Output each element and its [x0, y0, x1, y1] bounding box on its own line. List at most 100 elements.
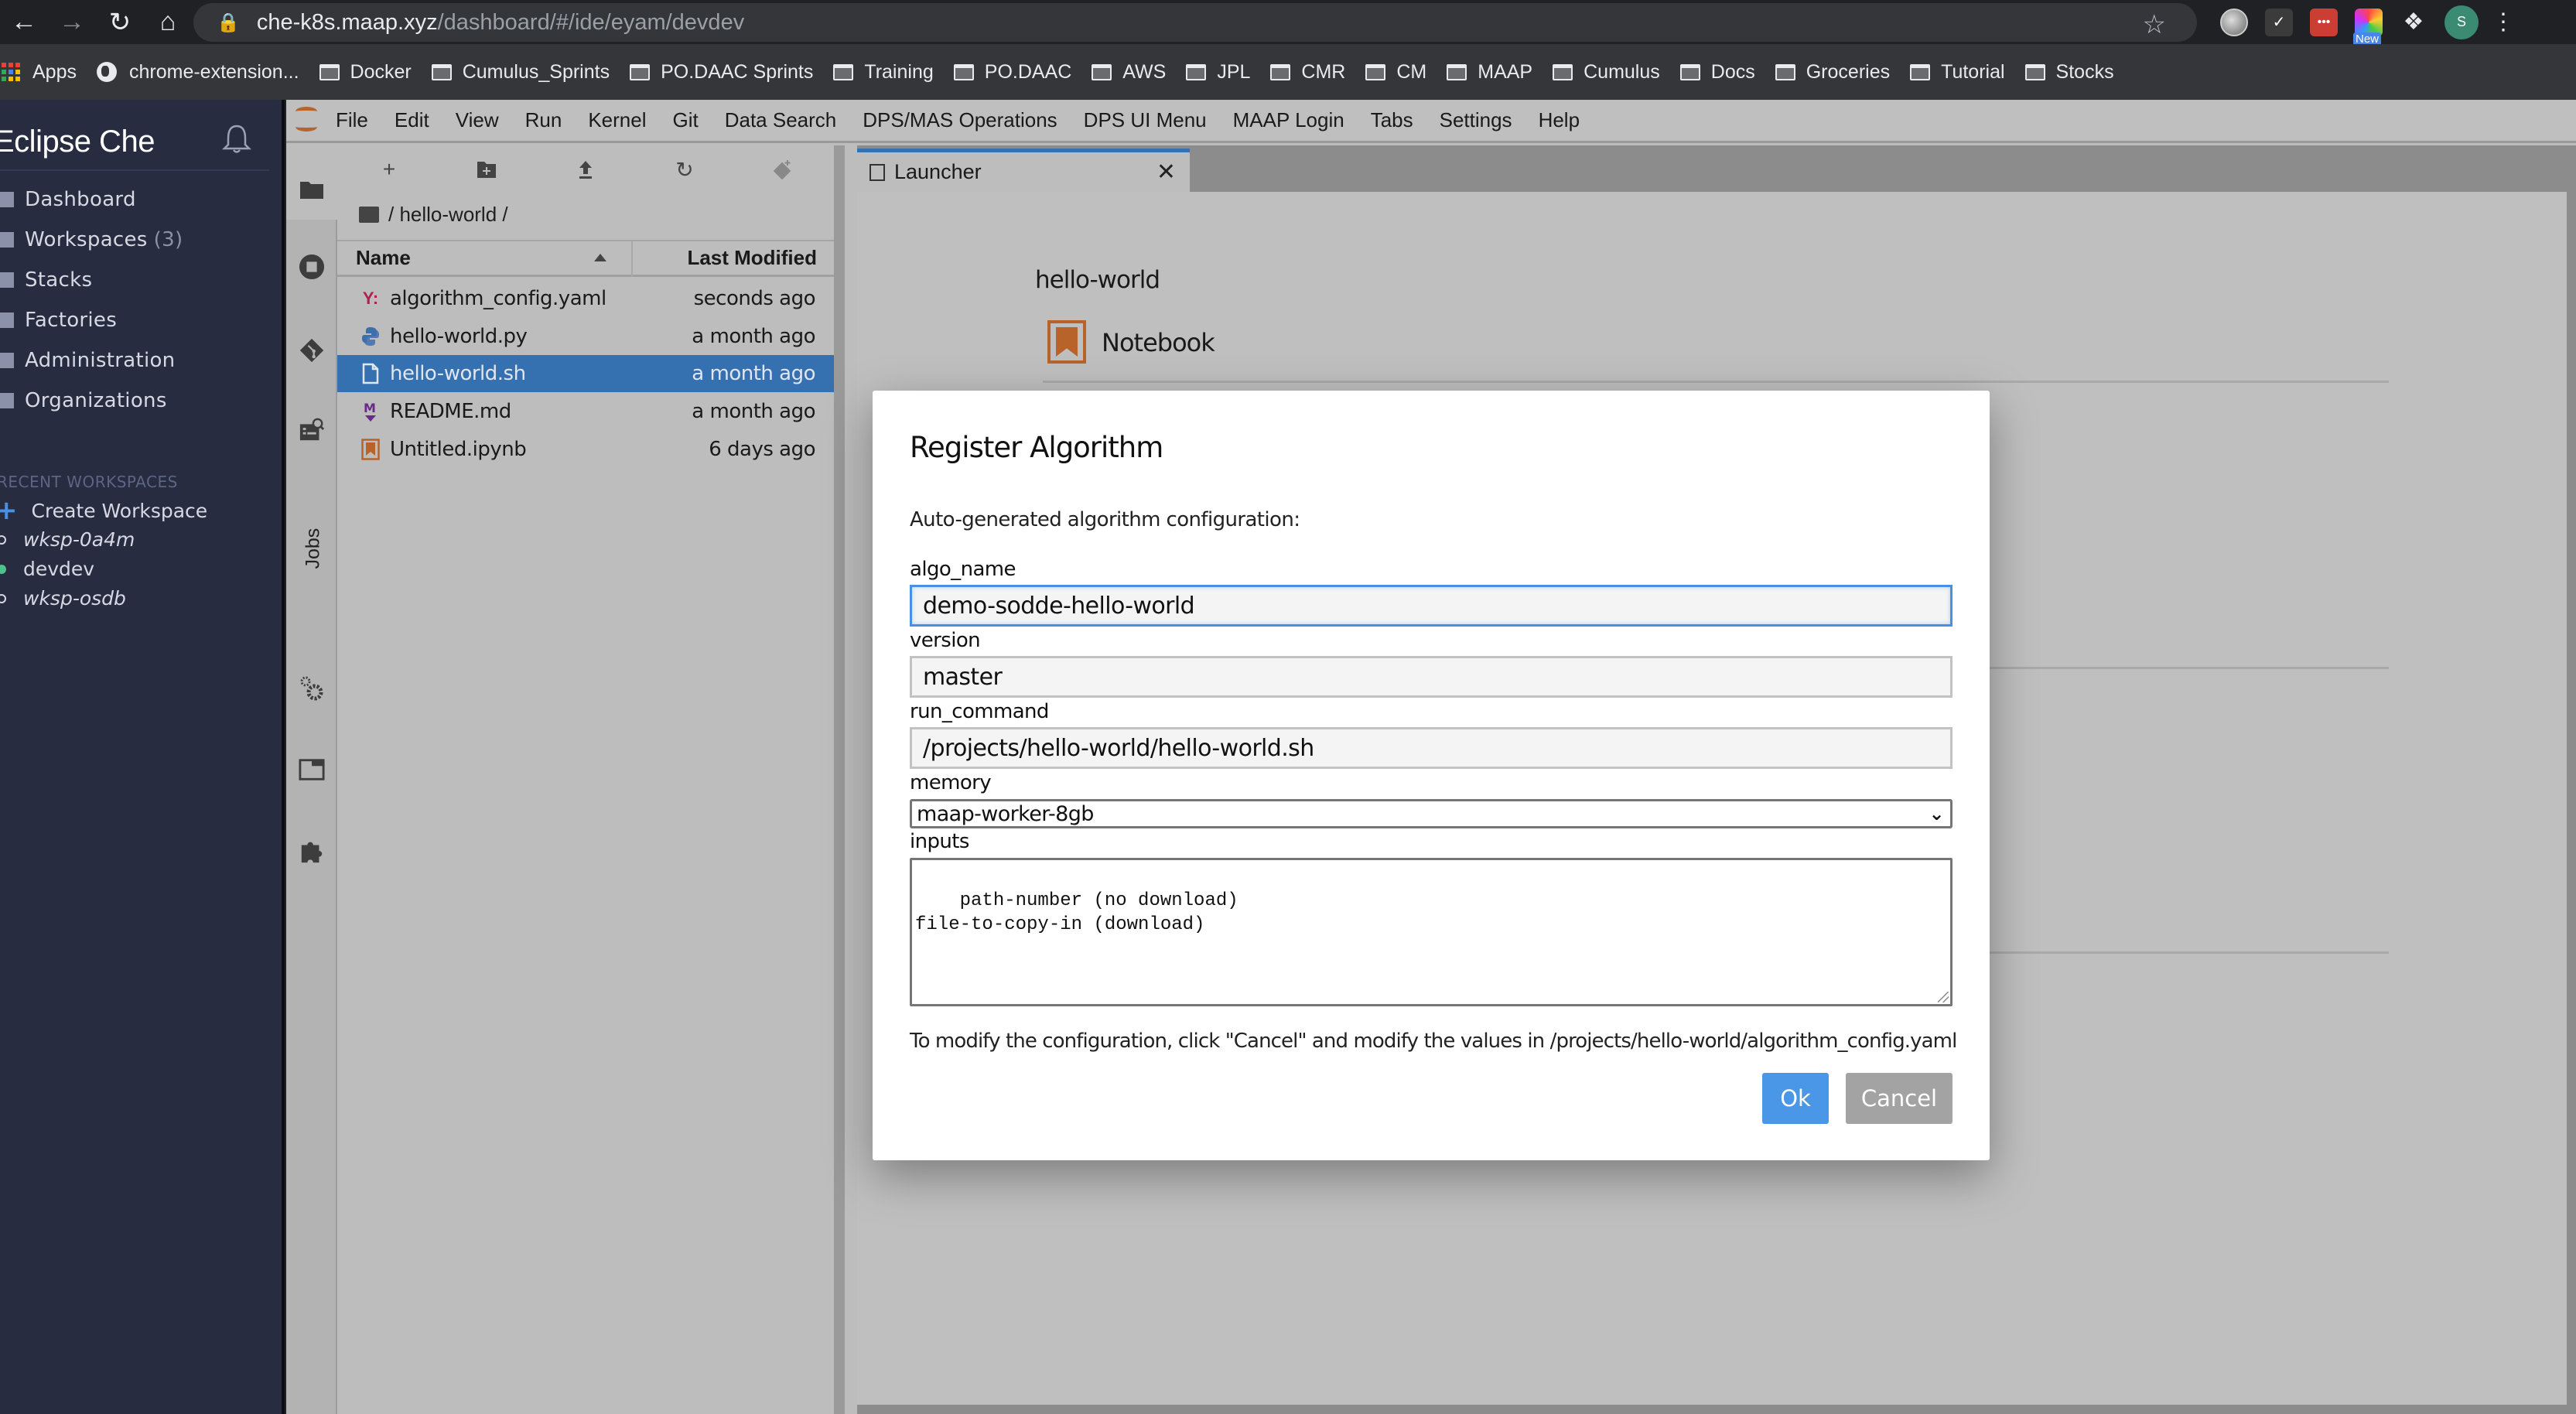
file-row[interactable]: hello-world.py a month ago [337, 318, 834, 355]
data-search-icon[interactable] [299, 416, 325, 442]
run-command-input[interactable]: /projects/hello-world/hello-world.sh [910, 727, 1952, 769]
bookmark-label: MAAP [1478, 60, 1533, 83]
bookmark-tutorial[interactable]: Tutorial [1910, 61, 2005, 84]
browser-menu-kebab-icon[interactable]: ⋮ [2492, 9, 2515, 36]
algo-name-input[interactable]: demo-sodde-hello-world [910, 585, 1952, 627]
menu-settings[interactable]: Settings [1440, 108, 1512, 132]
bookmark-docker[interactable]: Docker [319, 61, 412, 84]
bookmark-cumulus[interactable]: Cumulus [1553, 61, 1660, 84]
sidebar-divider [0, 169, 269, 171]
new-launcher-plus-icon[interactable]: + [378, 157, 401, 181]
bookmark-po-daac-sprints[interactable]: PO.DAAC Sprints [630, 61, 813, 84]
tab-launcher[interactable]: Launcher ✕ [857, 149, 1190, 192]
profile-avatar[interactable]: S [2444, 5, 2479, 39]
bookmark-training[interactable]: Training [833, 61, 934, 84]
menu-maap-login[interactable]: MAAP Login [1233, 108, 1344, 132]
extensions-puzzle-icon[interactable]: ❖ [2400, 9, 2427, 36]
bookmark-docs[interactable]: Docs [1679, 61, 1755, 84]
back-arrow-icon[interactable]: ← [0, 0, 48, 44]
menu-bar: File Edit View Run Kernel Git Data Search DPS/M… [286, 100, 2576, 143]
gears-icon[interactable] [299, 675, 325, 702]
menu-tabs[interactable]: Tabs [1371, 108, 1413, 132]
che-nav-administration[interactable]: Administration [0, 349, 175, 372]
recent-workspace-item[interactable]: devdev [0, 558, 94, 580]
inputs-textarea[interactable]: path-number (no download) file-to-copy-i… [910, 858, 1952, 1006]
create-workspace-link[interactable]: + Create Workspace [0, 497, 207, 524]
bookmark-apps[interactable]: Apps [2, 61, 77, 84]
folder-icon[interactable] [299, 176, 325, 203]
menu-file[interactable]: File [336, 108, 368, 132]
menu-edit[interactable]: Edit [395, 108, 429, 132]
file-row[interactable]: Y: algorithm_config.yaml seconds ago [337, 280, 834, 317]
folder-icon [431, 63, 452, 80]
menu-dps-mas-operations[interactable]: DPS/MAS Operations [863, 108, 1057, 132]
new-badge: New [2353, 32, 2382, 46]
bookmark-aws[interactable]: AWS [1092, 61, 1166, 84]
ok-button[interactable]: Ok [1762, 1073, 1829, 1124]
che-nav-factories[interactable]: Factories [0, 309, 117, 332]
column-header-name[interactable]: Name [356, 246, 411, 270]
stacks-icon [0, 272, 14, 288]
breadcrumb-path[interactable]: / hello-world / [388, 203, 508, 227]
git-icon[interactable] [299, 337, 325, 364]
extension-circle-icon[interactable] [2220, 8, 2248, 36]
menu-git[interactable]: Git [672, 108, 698, 132]
file-row[interactable]: Untitled.ipynb 6 days ago [337, 431, 834, 468]
tabs-window-icon[interactable] [299, 757, 325, 783]
folder-icon [1910, 63, 1931, 80]
extension-puzzle-icon[interactable] [299, 838, 325, 864]
bookmark-jpl[interactable]: JPL [1186, 61, 1250, 84]
launcher-tab-icon [869, 163, 885, 181]
home-icon[interactable]: ⌂ [144, 0, 192, 44]
bookmark-po-daac[interactable]: PO.DAAC [953, 61, 1071, 84]
sort-ascending-icon[interactable] [594, 254, 606, 261]
che-logo-title[interactable]: Eclipse Che [0, 125, 155, 159]
file-row[interactable]: hello-world.sh a month ago [337, 355, 834, 393]
cancel-button[interactable]: Cancel [1846, 1073, 1952, 1124]
che-nav-dashboard[interactable]: Dashboard [0, 188, 136, 211]
new-folder-icon[interactable] [475, 158, 498, 181]
running-stop-icon[interactable] [299, 254, 325, 280]
che-nav-workspaces[interactable]: Workspaces (3) [0, 228, 183, 251]
menu-dps-ui-menu[interactable]: DPS UI Menu [1084, 108, 1207, 132]
breadcrumb[interactable]: / hello-world / [359, 203, 508, 227]
file-row[interactable]: M README.md a month ago [337, 393, 834, 430]
column-header-last-modified[interactable]: Last Modified [687, 246, 817, 270]
workspace-label: wksp-osdb [23, 587, 126, 610]
file-name: hello-world.sh [390, 362, 526, 386]
bookmark-star-icon[interactable]: ☆ [2143, 9, 2166, 40]
bookmark-stocks[interactable]: Stocks [2024, 61, 2114, 84]
che-nav-organizations[interactable]: Organizations [0, 389, 167, 412]
version-input[interactable]: master [910, 656, 1952, 698]
forward-arrow-icon[interactable]: → [48, 0, 96, 44]
menu-help[interactable]: Help [1539, 108, 1580, 132]
resize-grip-icon[interactable] [1938, 992, 1949, 1002]
extension-lastpass-icon[interactable]: ••• [2310, 8, 2338, 36]
che-nav-stacks[interactable]: Stacks [0, 268, 92, 292]
menu-run[interactable]: Run [525, 108, 562, 132]
close-tab-icon[interactable]: ✕ [1156, 159, 1176, 186]
bookmark-groceries[interactable]: Groceries [1775, 61, 1890, 84]
bookmark-cumulus-sprints[interactable]: Cumulus_Sprints [431, 61, 610, 84]
bookmark-cmr[interactable]: CMR [1270, 61, 1345, 84]
address-bar[interactable]: 🔒 che-k8s.maap.xyz/dashboard/#/ide/eyam/… [193, 3, 2197, 42]
sidebar-tab-jobs[interactable]: Jobs [302, 528, 325, 569]
recent-workspaces-heading: RECENT WORKSPACES [0, 473, 178, 491]
extension-rainbow-icon[interactable]: New [2353, 8, 2383, 46]
bell-icon[interactable] [221, 123, 252, 155]
upload-icon[interactable] [574, 158, 597, 181]
column-divider[interactable] [631, 241, 633, 277]
menu-view[interactable]: View [456, 108, 499, 132]
bookmark-chrome-extension[interactable]: chrome-extension... [96, 61, 299, 84]
menu-data-search[interactable]: Data Search [725, 108, 837, 132]
menu-kernel[interactable]: Kernel [588, 108, 646, 132]
reload-icon[interactable]: ↻ [96, 0, 144, 44]
recent-workspace-item[interactable]: wksp-0a4m [0, 528, 135, 551]
bookmark-cm[interactable]: CM [1365, 61, 1426, 84]
git-clone-icon[interactable] [770, 158, 794, 181]
refresh-icon[interactable]: ↻ [673, 158, 696, 182]
recent-workspace-item[interactable]: wksp-osdb [0, 587, 126, 610]
memory-select[interactable]: maap-worker-8gb ⌄ [910, 799, 1952, 828]
extension-checkmark-icon[interactable]: ✓ [2265, 8, 2293, 36]
bookmark-maap[interactable]: MAAP [1447, 61, 1532, 84]
